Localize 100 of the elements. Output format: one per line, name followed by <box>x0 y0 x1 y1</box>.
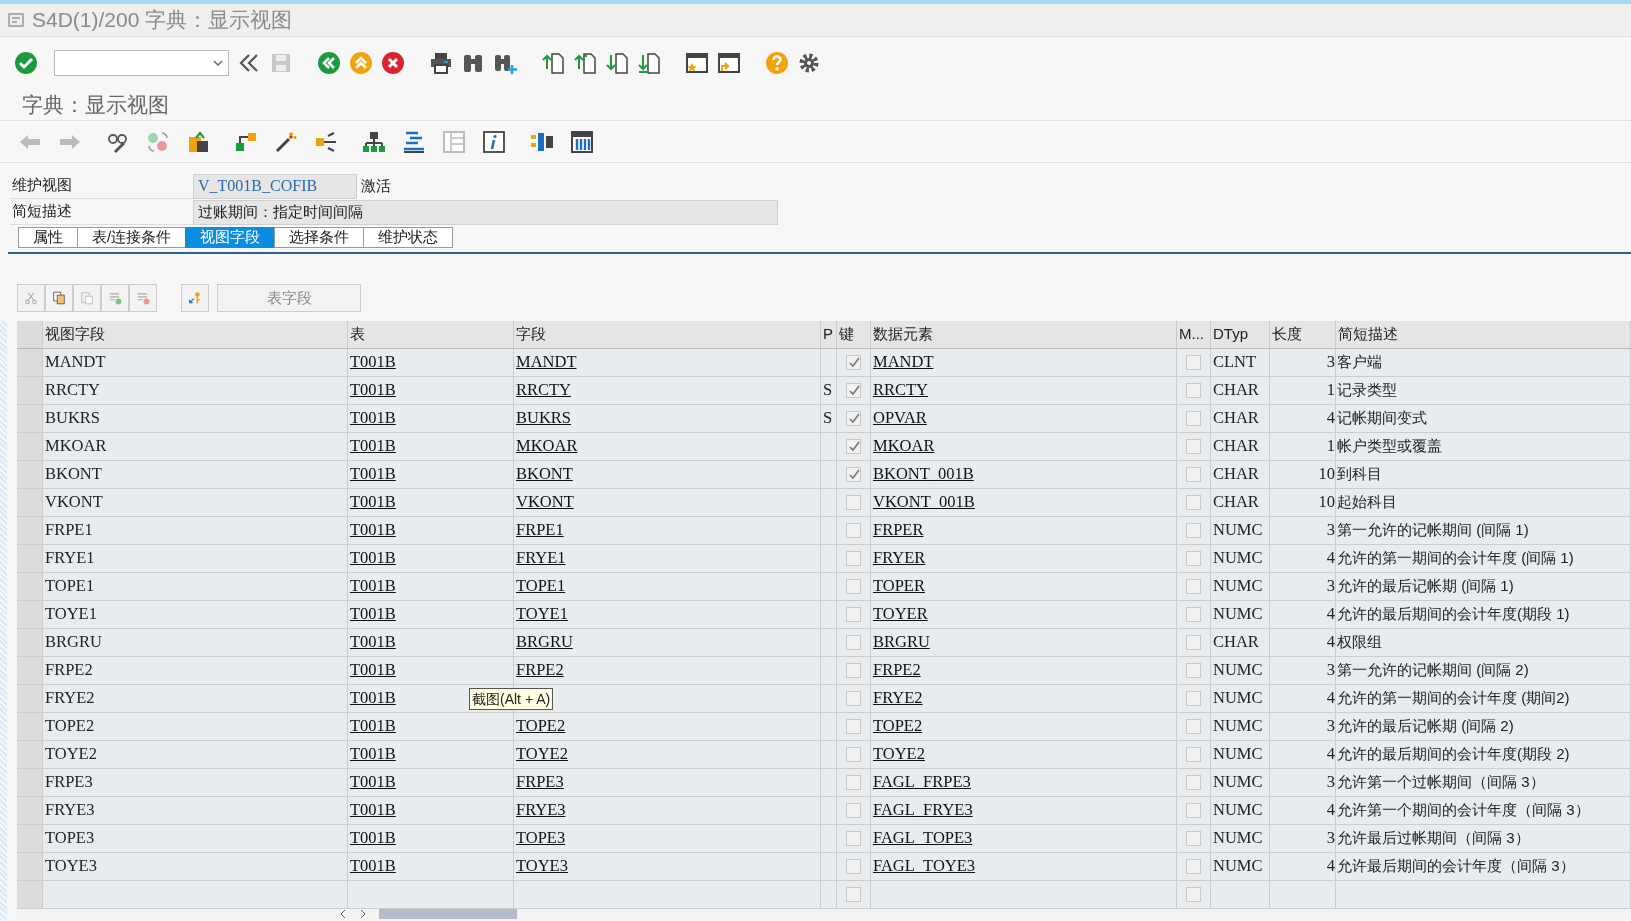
row-selector[interactable] <box>16 460 43 488</box>
page-up-icon[interactable] <box>573 51 597 75</box>
back-icon[interactable] <box>317 51 341 75</box>
checkbox[interactable] <box>1186 523 1201 539</box>
checkbox[interactable] <box>1186 579 1201 595</box>
data-element-link[interactable]: RRCTY <box>873 379 928 399</box>
checkbox[interactable] <box>846 551 861 567</box>
scroll-left-icon[interactable] <box>338 909 347 919</box>
checkbox[interactable] <box>846 719 861 735</box>
checkbox[interactable] <box>846 887 861 903</box>
list-icon[interactable] <box>402 129 426 154</box>
field-link[interactable]: FRPE2 <box>516 659 564 679</box>
row-selector[interactable] <box>16 740 43 768</box>
checkbox[interactable] <box>1186 495 1201 511</box>
shortcut-icon[interactable] <box>717 51 741 75</box>
checkbox[interactable] <box>1186 775 1201 791</box>
tab[interactable]: 表/连接条件 <box>77 227 186 248</box>
table-link[interactable]: T001B <box>350 463 396 483</box>
checkbox[interactable] <box>1186 607 1201 623</box>
table-link[interactable]: T001B <box>350 771 396 791</box>
checkbox[interactable] <box>1186 551 1201 567</box>
field-link[interactable]: TOYE2 <box>516 743 568 763</box>
field-link[interactable]: RRCTY <box>516 379 571 399</box>
data-element-link[interactable]: FAGL_TOYE3 <box>873 855 976 875</box>
exit-icon[interactable] <box>349 51 373 75</box>
data-element-link[interactable]: VKONT_001B <box>873 491 975 511</box>
checkbox[interactable] <box>846 691 861 707</box>
data-element-link[interactable]: TOYE2 <box>873 743 925 763</box>
info-icon[interactable] <box>482 129 506 154</box>
select-all-button[interactable] <box>16 321 43 348</box>
data-element-link[interactable]: TOYER <box>873 603 928 623</box>
field-link[interactable]: TOYE3 <box>516 855 568 875</box>
checkbox[interactable] <box>846 831 861 847</box>
table-link[interactable]: T001B <box>350 575 396 595</box>
row-selector[interactable] <box>16 348 43 376</box>
table-link[interactable]: T001B <box>350 351 396 371</box>
checkbox[interactable] <box>846 747 861 763</box>
checkbox[interactable] <box>846 355 861 371</box>
cut-icon[interactable] <box>17 284 45 312</box>
checkbox[interactable] <box>1186 439 1201 455</box>
cancel-icon[interactable] <box>381 51 405 75</box>
checkbox[interactable] <box>846 803 861 819</box>
table-link[interactable]: T001B <box>350 855 396 875</box>
data-element-link[interactable]: BKONT_001B <box>873 463 974 483</box>
data-element-link[interactable]: FRPER <box>873 519 924 539</box>
table-link[interactable]: T001B <box>350 799 396 819</box>
data-element-link[interactable]: TOPE2 <box>873 715 923 735</box>
column-header[interactable]: 视图字段 <box>45 325 105 342</box>
checkbox[interactable] <box>1186 383 1201 399</box>
checkbox[interactable] <box>1186 719 1201 735</box>
checkbox[interactable] <box>846 467 861 483</box>
checkbox[interactable] <box>1186 859 1201 875</box>
checkbox[interactable] <box>846 495 861 511</box>
row-selector[interactable] <box>16 712 43 740</box>
table-link[interactable]: T001B <box>350 407 396 427</box>
checkbox[interactable] <box>846 859 861 875</box>
column-header[interactable]: 表 <box>350 325 365 342</box>
page-down-icon[interactable] <box>605 51 629 75</box>
data-element-link[interactable]: FAGL_FRPE3 <box>873 771 971 791</box>
checkbox[interactable] <box>846 635 861 651</box>
org-chart-icon[interactable] <box>362 129 386 154</box>
checkbox[interactable] <box>846 411 861 427</box>
row-selector[interactable] <box>16 768 43 796</box>
save-icon[interactable] <box>269 51 293 75</box>
checkbox[interactable] <box>846 663 861 679</box>
checkbox[interactable] <box>846 607 861 623</box>
data-element-link[interactable]: FRYE2 <box>873 687 923 707</box>
table-link[interactable]: T001B <box>350 603 396 623</box>
data-element-link[interactable]: TOPER <box>873 575 925 595</box>
field-link[interactable]: FRYE3 <box>516 799 566 819</box>
confirm-icon[interactable] <box>14 51 38 75</box>
row-selector[interactable] <box>16 824 43 852</box>
field-link[interactable]: FRPE3 <box>516 771 564 791</box>
row-selector[interactable] <box>16 488 43 516</box>
checkbox[interactable] <box>1186 411 1201 427</box>
row-selector[interactable] <box>16 656 43 684</box>
description-field[interactable]: 过账期间：指定时间间隔 <box>193 199 778 225</box>
checkbox[interactable] <box>1186 887 1201 903</box>
field-link[interactable]: BRGRU <box>516 631 573 651</box>
data-element-link[interactable]: MKOAR <box>873 435 935 455</box>
table-link[interactable]: T001B <box>350 827 396 847</box>
column-header[interactable]: 简短描述 <box>1338 325 1398 342</box>
tab[interactable]: 视图字段 <box>185 227 275 248</box>
splitter-bar[interactable] <box>0 321 7 920</box>
field-link[interactable]: BKONT <box>516 463 573 483</box>
insert-row-icon[interactable] <box>101 284 129 312</box>
data-element-link[interactable]: FAGL_FRYE3 <box>873 799 973 819</box>
paste-icon[interactable] <box>73 284 101 312</box>
table-link[interactable]: T001B <box>350 715 396 735</box>
clipboard-icon[interactable] <box>186 129 210 154</box>
command-field[interactable] <box>54 50 229 76</box>
settings-icon[interactable] <box>797 51 821 75</box>
new-window-icon[interactable] <box>685 51 709 75</box>
data-element-link[interactable]: FRYER <box>873 547 926 567</box>
field-link[interactable]: BUKRS <box>516 407 572 427</box>
table-link[interactable]: T001B <box>350 547 396 567</box>
scrollbar-thumb[interactable] <box>378 909 517 919</box>
row-selector[interactable] <box>16 684 43 712</box>
row-selector[interactable] <box>16 600 43 628</box>
field-link[interactable]: TOPE2 <box>516 715 566 735</box>
